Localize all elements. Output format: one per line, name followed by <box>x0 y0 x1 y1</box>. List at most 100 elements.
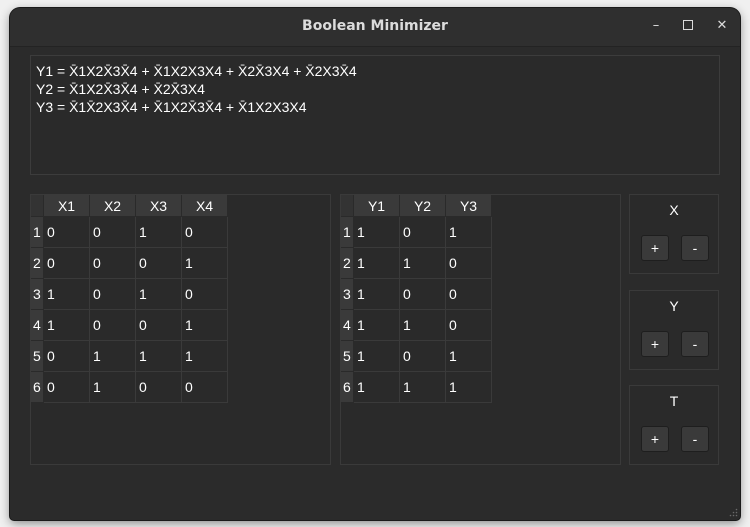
table-cell[interactable]: 1 <box>353 371 400 403</box>
maximize-icon <box>683 19 693 30</box>
outputs-table-panel: Y1 Y2 Y3 1 1 0 1 2 1 1 0 3 1 0 0 4 1 1 0… <box>340 194 621 465</box>
table-cell[interactable]: 1 <box>399 247 446 279</box>
inputs-table-panel: X1 X2 X3 X4 1 0 0 1 0 2 0 0 0 1 3 1 0 1 … <box>30 194 331 465</box>
column-header-x2[interactable]: X2 <box>89 195 136 217</box>
table-cell[interactable]: 1 <box>399 371 446 403</box>
table-cell[interactable]: 1 <box>89 371 136 403</box>
close-button[interactable]: ✕ <box>712 16 732 36</box>
row-header[interactable]: 4 <box>341 309 354 341</box>
add-x-button[interactable]: + <box>641 235 669 261</box>
y-variables-panel: Y + - <box>629 290 719 370</box>
table-cell[interactable]: 1 <box>181 309 228 341</box>
row-header[interactable]: 1 <box>341 216 354 248</box>
table-cell[interactable]: 1 <box>353 278 400 310</box>
table-cell[interactable]: 0 <box>399 278 446 310</box>
window-title: Boolean Minimizer <box>302 18 448 34</box>
inputs-table: X1 X2 X3 X4 1 0 0 1 0 2 0 0 0 1 3 1 0 1 … <box>31 195 228 403</box>
table-cell[interactable]: 0 <box>445 278 492 310</box>
table-cell[interactable]: 0 <box>89 216 136 248</box>
table-cell[interactable]: 1 <box>445 340 492 372</box>
app-window: Boolean Minimizer – ✕ Y1 = X̄1X2X̄3X̄4 +… <box>10 8 740 520</box>
column-header-x1[interactable]: X1 <box>43 195 90 217</box>
table-cell[interactable]: 0 <box>89 278 136 310</box>
table-row: 4 1 1 0 <box>341 309 492 341</box>
table-cell[interactable]: 0 <box>135 247 182 279</box>
table-cell[interactable]: 0 <box>43 371 90 403</box>
table-cell[interactable]: 1 <box>181 340 228 372</box>
inputs-table-body: 1 0 0 1 0 2 0 0 0 1 3 1 0 1 0 4 1 0 0 1 … <box>31 216 228 403</box>
row-header[interactable]: 1 <box>31 216 44 248</box>
t-rows-panel: T + - <box>629 385 719 465</box>
expression-y2: Y2 = X̄1X2X̄3X̄4 + X̄2X̄3X4 <box>36 81 205 97</box>
column-header-y1[interactable]: Y1 <box>353 195 400 217</box>
table-cell[interactable]: 0 <box>445 309 492 341</box>
table-cell[interactable]: 0 <box>89 247 136 279</box>
row-header[interactable]: 5 <box>341 340 354 372</box>
y-panel-label: Y <box>669 298 679 314</box>
table-cell[interactable]: 0 <box>135 371 182 403</box>
table-row: 2 1 1 0 <box>341 247 492 279</box>
table-cell[interactable]: 0 <box>181 216 228 248</box>
table-cell[interactable]: 1 <box>445 216 492 248</box>
remove-x-button[interactable]: - <box>681 235 709 261</box>
table-row: 5 1 0 1 <box>341 340 492 372</box>
column-header-y2[interactable]: Y2 <box>399 195 446 217</box>
table-cell[interactable]: 0 <box>135 309 182 341</box>
table-row: 2 0 0 0 1 <box>31 247 228 279</box>
table-cell[interactable]: 0 <box>181 278 228 310</box>
table-cell[interactable]: 0 <box>43 247 90 279</box>
outputs-table-body: 1 1 0 1 2 1 1 0 3 1 0 0 4 1 1 0 5 1 0 1 … <box>341 216 492 403</box>
row-header[interactable]: 6 <box>341 371 354 403</box>
table-row: 1 0 0 1 0 <box>31 216 228 248</box>
outputs-table: Y1 Y2 Y3 1 1 0 1 2 1 1 0 3 1 0 0 4 1 1 0… <box>341 195 492 403</box>
column-header-y3[interactable]: Y3 <box>445 195 492 217</box>
table-row: 3 1 0 1 0 <box>31 278 228 310</box>
table-cell[interactable]: 0 <box>399 340 446 372</box>
table-row: 1 1 0 1 <box>341 216 492 248</box>
table-cell[interactable]: 1 <box>135 216 182 248</box>
row-header[interactable]: 4 <box>31 309 44 341</box>
expression-output[interactable]: Y1 = X̄1X2X̄3X̄4 + X̄1X2X3X4 + X̄2X̄3X4 … <box>30 55 720 175</box>
minimize-button[interactable]: – <box>646 16 666 36</box>
table-cell[interactable]: 1 <box>353 340 400 372</box>
table-cell[interactable]: 0 <box>89 309 136 341</box>
table-cell[interactable]: 1 <box>353 247 400 279</box>
row-header[interactable]: 5 <box>31 340 44 372</box>
table-cell[interactable]: 1 <box>135 340 182 372</box>
x-variables-panel: X + - <box>629 194 719 274</box>
column-header-x4[interactable]: X4 <box>181 195 228 217</box>
row-header[interactable]: 3 <box>341 278 354 310</box>
row-header[interactable]: 2 <box>31 247 44 279</box>
table-corner[interactable] <box>31 195 44 217</box>
table-cell[interactable]: 0 <box>399 216 446 248</box>
add-t-button[interactable]: + <box>641 426 669 452</box>
row-header[interactable]: 3 <box>31 278 44 310</box>
expression-y1: Y1 = X̄1X2X̄3X̄4 + X̄1X2X3X4 + X̄2X̄3X4 … <box>36 63 357 79</box>
maximize-button[interactable] <box>678 16 698 36</box>
table-cell[interactable]: 1 <box>353 216 400 248</box>
table-cell[interactable]: 0 <box>181 371 228 403</box>
row-header[interactable]: 2 <box>341 247 354 279</box>
table-cell[interactable]: 1 <box>353 309 400 341</box>
table-cell[interactable]: 0 <box>445 247 492 279</box>
table-cell[interactable]: 1 <box>181 247 228 279</box>
table-row: 3 1 0 0 <box>341 278 492 310</box>
table-corner[interactable] <box>341 195 354 217</box>
t-panel-label: T <box>669 393 679 409</box>
table-cell[interactable]: 1 <box>43 278 90 310</box>
table-row: 6 0 1 0 0 <box>31 371 228 403</box>
table-cell[interactable]: 1 <box>445 371 492 403</box>
row-header[interactable]: 6 <box>31 371 44 403</box>
remove-t-button[interactable]: - <box>681 426 709 452</box>
column-header-x3[interactable]: X3 <box>135 195 182 217</box>
table-cell[interactable]: 1 <box>135 278 182 310</box>
resize-grip-icon[interactable] <box>728 508 738 518</box>
remove-y-button[interactable]: - <box>681 331 709 357</box>
add-y-button[interactable]: + <box>641 331 669 357</box>
expression-y3: Y3 = X̄1X̄2X3X̄4 + X̄1X2X̄3X̄4 + X̄1X2X3… <box>36 99 307 115</box>
table-cell[interactable]: 0 <box>43 340 90 372</box>
table-cell[interactable]: 1 <box>399 309 446 341</box>
table-cell[interactable]: 1 <box>43 309 90 341</box>
table-cell[interactable]: 0 <box>43 216 90 248</box>
table-cell[interactable]: 1 <box>89 340 136 372</box>
